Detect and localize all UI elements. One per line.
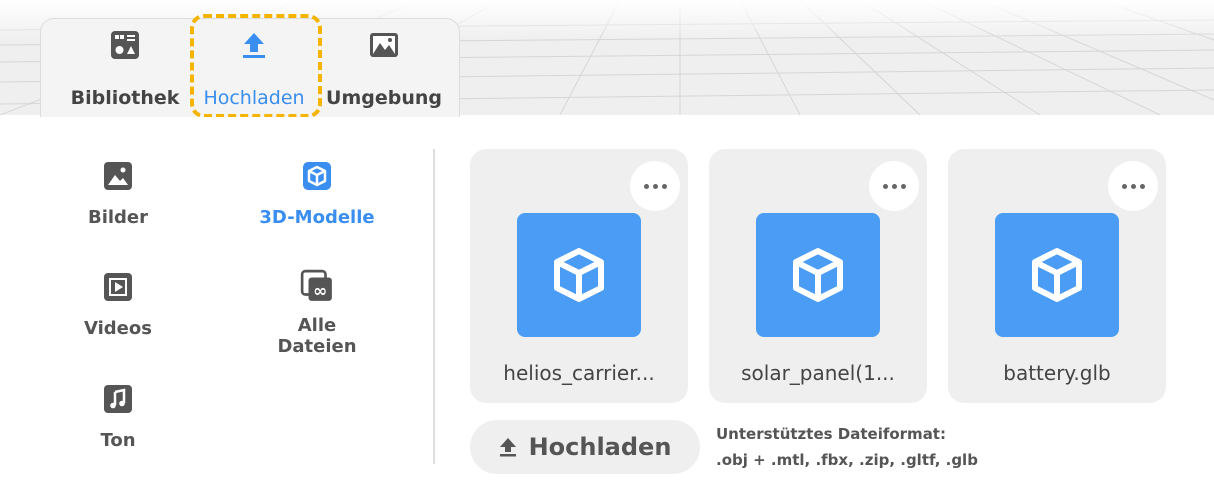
supported-formats: Unterstütztes Dateiformat: .obj + .mtl, … [716,421,978,473]
tab-environment[interactable]: Umgebung [324,22,444,117]
supported-formats-title: Unterstütztes Dateiformat: [716,425,946,443]
more-options-button[interactable] [1108,161,1158,211]
supported-formats-list: .obj + .mtl, .fbx, .zip, .gltf, .glb [716,451,978,469]
cube-icon [554,248,604,302]
tab-environment-label: Umgebung [326,87,442,109]
file-thumbnail [756,213,880,337]
svg-text:∞: ∞ [313,282,327,302]
file-card[interactable]: battery.glb [948,149,1166,403]
cube-icon [303,162,331,190]
category-3d-models[interactable]: 3D-Modelle [257,161,377,228]
environment-image-icon [370,33,398,57]
tab-library[interactable]: Bibliothek [65,22,185,117]
upload-button-label: Hochladen [528,433,672,461]
category-images-label: Bilder [87,207,149,228]
file-thumbnail [517,213,641,337]
file-name: helios_carrier... [503,361,655,385]
file-card[interactable]: helios_carrier... [470,149,688,403]
more-options-button[interactable] [630,161,680,211]
category-sound[interactable]: Ton [58,384,178,451]
cube-icon [793,248,843,302]
more-icon [1121,183,1145,189]
file-name: solar_panel(1... [741,361,895,385]
more-icon [882,183,906,189]
upload-panel: Bilder 3D-Modelle Videos ∞ Alle Dateien [0,117,1214,490]
all-files-icon: ∞ [300,269,332,302]
upload-arrow-icon [499,438,516,457]
category-images[interactable]: Bilder [58,161,178,228]
category-videos[interactable]: Videos [58,272,178,339]
image-icon [104,162,132,190]
divider [433,149,435,464]
library-icon [111,31,139,59]
file-name: battery.glb [1003,361,1111,385]
tab-highlight-annotation [190,14,322,118]
tab-library-label: Bibliothek [70,87,180,109]
category-all-files[interactable]: ∞ Alle Dateien [257,269,377,357]
category-videos-label: Videos [84,318,152,339]
category-3d-models-label: 3D-Modelle [259,207,375,228]
upload-button[interactable]: Hochladen [470,420,700,474]
category-all-files-label: Alle Dateien [277,315,357,357]
more-options-button[interactable] [869,161,919,211]
cube-icon [1032,248,1082,302]
category-sound-label: Ton [100,430,136,451]
music-note-icon [104,385,132,413]
file-thumbnail [995,213,1119,337]
file-card[interactable]: solar_panel(1... [709,149,927,403]
video-icon [104,273,132,301]
more-icon [643,183,667,189]
